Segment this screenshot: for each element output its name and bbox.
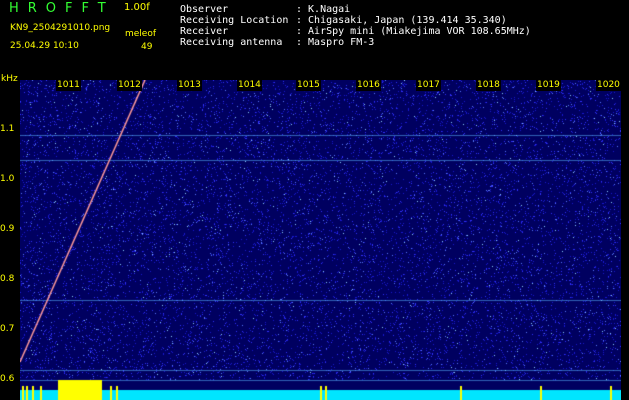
capture-datetime: 25.04.29 10:10 (10, 41, 79, 51)
x-tick-1013: 1013 (177, 80, 202, 91)
x-tick-1017: 1017 (416, 80, 441, 91)
x-tick-1019: 1019 (536, 80, 561, 91)
x-tick-1018: 1018 (476, 80, 501, 91)
source-value: 49 (141, 42, 153, 52)
x-tick-1011: 1011 (56, 80, 81, 91)
antenna-value: : Maspro FM-3 (296, 37, 375, 48)
x-tick-1014: 1014 (237, 80, 262, 91)
waterfall-plot (20, 80, 621, 400)
y-tick-0.7: 0.7 (0, 324, 15, 334)
source-label: meleof (125, 29, 157, 39)
y-axis-unit: kHz (1, 74, 18, 84)
y-tick-0.9: 0.9 (0, 224, 15, 234)
waterfall-spectrogram (20, 80, 621, 400)
x-tick-1015: 1015 (296, 80, 321, 91)
header-panel: HROFFT 1.00f KN9_2504291010.png 25.04.29… (0, 0, 629, 76)
app-title: HROFFT (9, 1, 115, 16)
y-tick-0.6: 0.6 (0, 374, 15, 384)
x-tick-1012: 1012 (117, 80, 142, 91)
file-name: KN9_2504291010.png (10, 23, 111, 33)
y-tick-1.0: 1.0 (0, 174, 15, 184)
y-tick-1.1: 1.1 (0, 124, 15, 134)
x-tick-1020: 1020 (596, 80, 621, 91)
antenna-label: Receiving antenna (180, 37, 283, 48)
x-tick-1016: 1016 (356, 80, 381, 91)
version-label: 1.00f (124, 2, 150, 13)
y-tick-0.8: 0.8 (0, 274, 15, 284)
